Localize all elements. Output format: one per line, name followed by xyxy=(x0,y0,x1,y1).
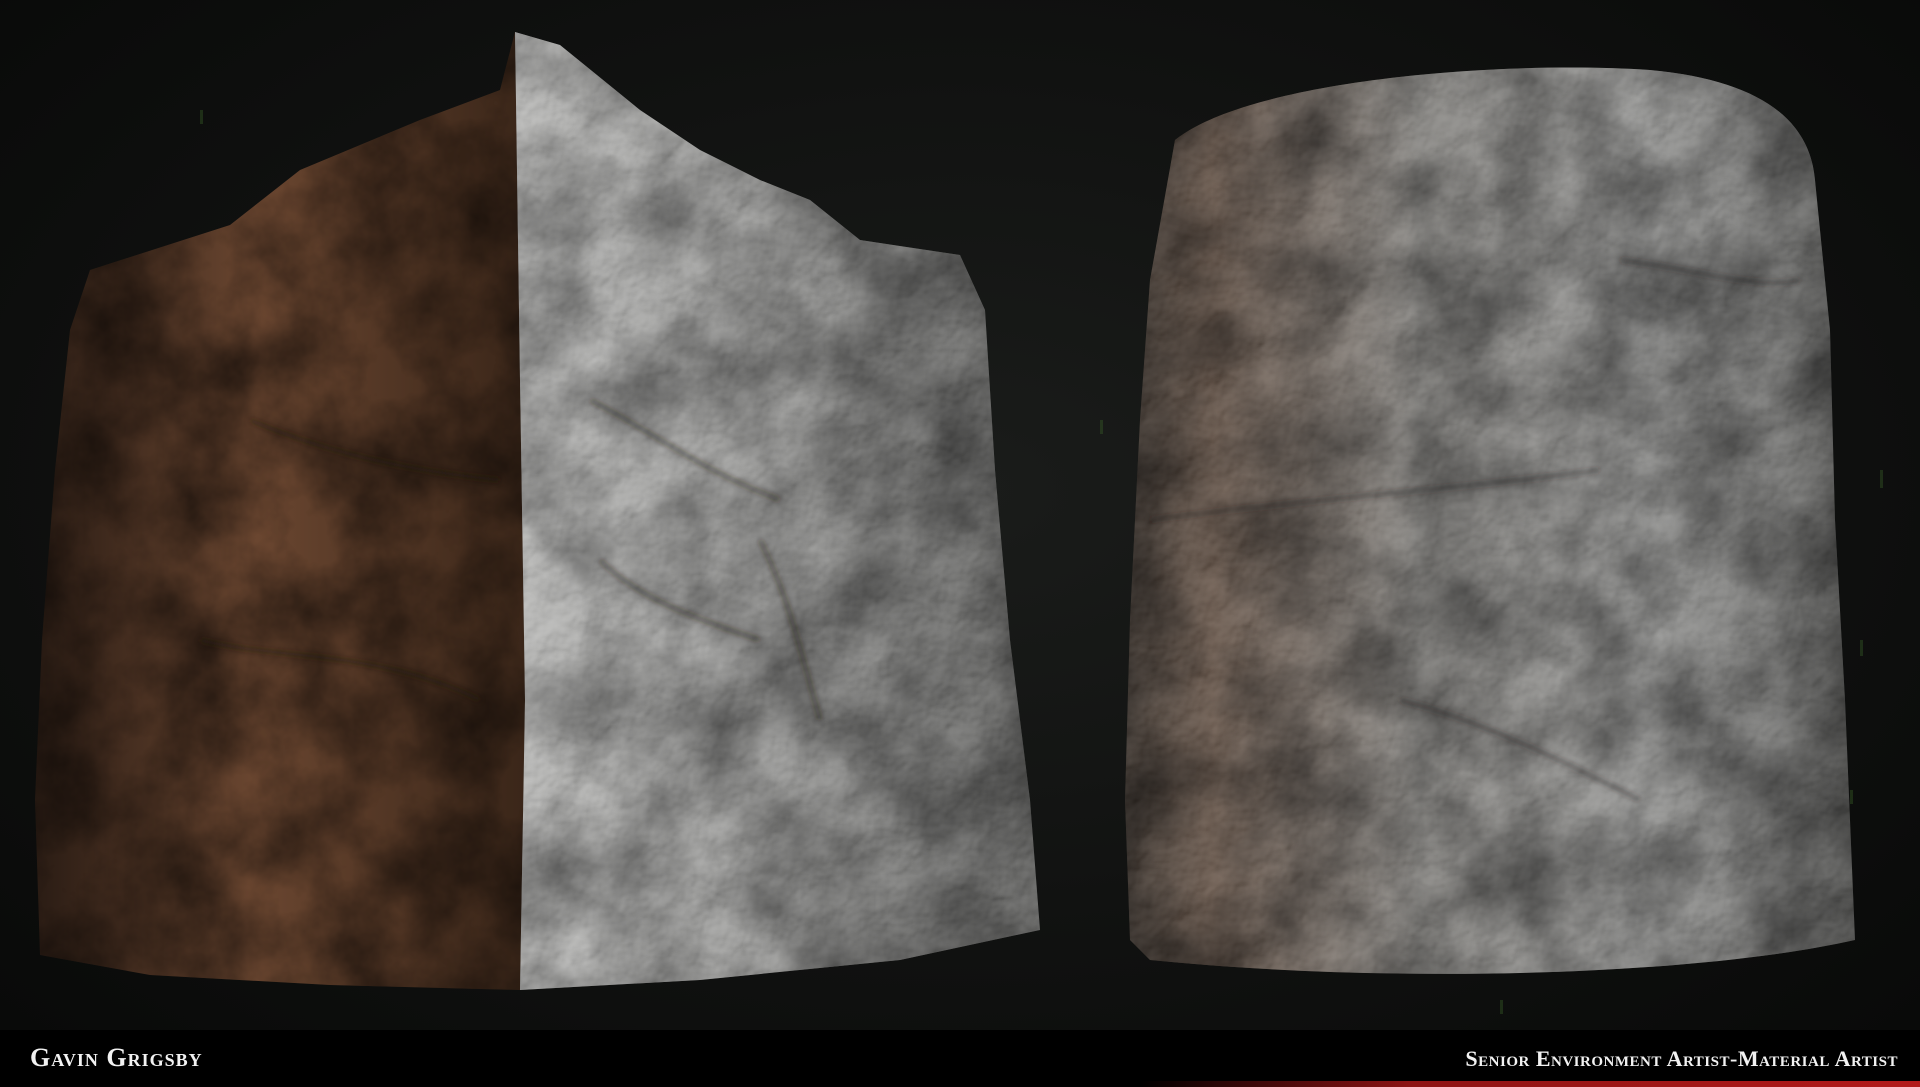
rock-cylinder xyxy=(1125,67,1855,974)
material-showcase: Gavin Grigsby Senior Environment Artist-… xyxy=(0,0,1920,1087)
footer-accent-stripe xyxy=(1140,1081,1920,1087)
artist-name: Gavin Grigsby xyxy=(30,1043,203,1072)
rock-material-render xyxy=(35,32,1883,1014)
artist-title: Senior Environment Artist-Material Artis… xyxy=(1465,1046,1898,1071)
rock-cube xyxy=(35,32,1040,990)
